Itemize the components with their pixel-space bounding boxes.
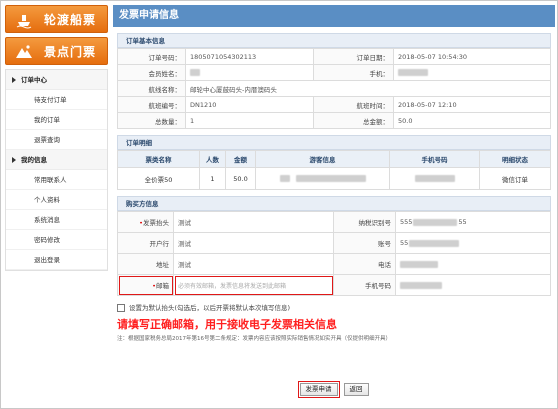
- voyage-time-label: 航班时间：: [313, 96, 394, 113]
- section-title: 订单明细: [117, 135, 551, 150]
- sidebar: 轮渡船票 景点门票 订单中心 待支付订单 我的订单 退票查询 我的信息 常用联系…: [5, 5, 108, 405]
- page-title: 发票申请信息: [113, 5, 555, 27]
- scenic-ticket-label: 景点门票: [44, 45, 97, 59]
- main-content: 发票申请信息 订单基本信息 订单号码： 1805071054302113 订单日…: [113, 5, 555, 406]
- member-name-value: [185, 64, 314, 81]
- sidebar-item-profile[interactable]: 个人资料: [6, 190, 107, 210]
- buyer-mobile-input[interactable]: [395, 274, 551, 296]
- sidebar-item-my-orders[interactable]: 我的订单: [6, 110, 107, 130]
- route-label: 航线名称：: [117, 80, 186, 97]
- people-count: 1: [199, 167, 226, 190]
- buyer-mobile-label: 手机号码: [333, 274, 396, 296]
- account-input[interactable]: 55: [395, 232, 551, 254]
- phone-label: 电话: [333, 253, 396, 275]
- invoice-head-input[interactable]: 测试: [173, 211, 334, 233]
- mobile-value: [393, 64, 551, 81]
- scenic-ticket-button[interactable]: 景点门票: [5, 37, 108, 65]
- member-name-label: 会员姓名：: [117, 64, 186, 81]
- tax-no-suffix: 55: [458, 218, 467, 226]
- voyage-label: 航班编号：: [117, 96, 186, 113]
- route-value: 邮轮中心厦鼓码头-内厝澳码头: [185, 80, 551, 97]
- sidebar-nav: 订单中心 待支付订单 我的订单 退票查询 我的信息 常用联系人 个人资料 系统消…: [5, 69, 108, 271]
- order-detail-section: 订单明细 票类名称 人数 金额 游客信息 手机号码 明细状态 全价票50 1 5…: [117, 135, 551, 190]
- visitor-mobile: [389, 167, 480, 190]
- back-button[interactable]: 返回: [343, 383, 369, 396]
- bank-label: 开户行: [117, 232, 174, 254]
- voyage-value: DN1210: [185, 96, 314, 113]
- total-value: 50.0: [393, 112, 551, 129]
- col-header: 游客信息: [255, 150, 390, 168]
- account-prefix: 55: [400, 239, 409, 247]
- mobile-label: 手机：: [313, 64, 394, 81]
- sidebar-section-label: 我的信息: [21, 156, 47, 164]
- label-text: 发票抬头: [143, 219, 169, 227]
- col-header: 金额: [225, 150, 256, 168]
- page-frame: 轮渡船票 景点门票 订单中心 待支付订单 我的订单 退票查询 我的信息 常用联系…: [0, 0, 558, 409]
- count-value: 1: [185, 112, 314, 129]
- invoice-head-label: •发票抬头: [117, 211, 174, 233]
- tax-note: 注：根据国家税务总局2017年第16号第二条规定：发票内容应该按照实际销售情况如…: [117, 336, 391, 342]
- sidebar-section-orders[interactable]: 订单中心: [6, 70, 107, 90]
- default-head-label: 设置为默认抬头(勾选后，以后开票将默认本次填写信息): [129, 304, 291, 312]
- sidebar-section-label: 订单中心: [21, 76, 47, 84]
- ticket-type: 全价票50: [117, 167, 200, 190]
- amount: 50.0: [225, 167, 256, 190]
- col-header: 手机号码: [389, 150, 480, 168]
- tax-no-input[interactable]: 555 55: [395, 211, 551, 233]
- address-input[interactable]: 测试: [173, 253, 334, 275]
- sidebar-item-contacts[interactable]: 常用联系人: [6, 170, 107, 190]
- sidebar-item-messages[interactable]: 系统消息: [6, 210, 107, 230]
- count-label: 总数量：: [117, 112, 186, 129]
- ship-icon: [15, 11, 33, 29]
- apply-button-highlight: 发票申请: [297, 381, 340, 398]
- sidebar-item-logout[interactable]: 退出登录: [6, 250, 107, 270]
- order-detail-table: 票类名称 人数 金额 游客信息 手机号码 明细状态 全价票50 1 50.0 微…: [117, 150, 551, 190]
- sidebar-section-info[interactable]: 我的信息: [6, 150, 107, 170]
- email-annotation: 请填写正确邮箱，用于接收电子发票相关信息: [117, 318, 337, 331]
- button-bar: 发票申请 返回: [113, 381, 555, 398]
- sidebar-item-refund[interactable]: 退票查询: [6, 130, 107, 150]
- default-head-checkbox[interactable]: [117, 304, 125, 312]
- phone-input[interactable]: [395, 253, 551, 275]
- order-date-label: 订单日期：: [313, 48, 394, 65]
- buyer-section: 购买方信息 •发票抬头 测试 纳税识别号 555 55 开户行 测试 账号 55 …: [117, 196, 551, 296]
- table-row: 全价票50 1 50.0 微信订单: [117, 167, 551, 190]
- order-date-value: 2018-05-07 10:54:30: [393, 48, 551, 65]
- col-header: 明细状态: [479, 150, 551, 168]
- section-title: 购买方信息: [117, 196, 551, 211]
- sidebar-item-pending[interactable]: 待支付订单: [6, 90, 107, 110]
- default-head-row: 设置为默认抬头(勾选后，以后开票将默认本次填写信息): [117, 302, 551, 314]
- order-basic-table: 订单号码： 1805071054302113 订单日期： 2018-05-07 …: [117, 48, 551, 129]
- order-no-value: 1805071054302113: [185, 48, 314, 65]
- tax-no-label: 纳税识别号: [333, 211, 396, 233]
- apply-invoice-button[interactable]: 发票申请: [299, 383, 338, 396]
- email-placeholder: 必须有效邮箱，发票信息将发送到此邮箱: [178, 282, 287, 290]
- col-header: 人数: [199, 150, 226, 168]
- order-no-label: 订单号码：: [117, 48, 186, 65]
- detail-status: 微信订单: [479, 167, 551, 190]
- email-label: •邮箱: [117, 274, 174, 296]
- email-input[interactable]: 必须有效邮箱，发票信息将发送到此邮箱: [173, 274, 334, 296]
- caret-right-icon: [12, 157, 16, 163]
- label-text: 邮箱: [156, 282, 169, 290]
- account-label: 账号: [333, 232, 396, 254]
- voyage-time-value: 2018-05-07 12:10: [393, 96, 551, 113]
- ferry-ticket-label: 轮渡船票: [44, 13, 97, 27]
- tax-no-prefix: 555: [400, 218, 413, 226]
- col-header: 票类名称: [117, 150, 200, 168]
- caret-right-icon: [12, 77, 16, 83]
- bank-input[interactable]: 测试: [173, 232, 334, 254]
- sidebar-item-password[interactable]: 密码修改: [6, 230, 107, 250]
- order-basic-section: 订单基本信息 订单号码： 1805071054302113 订单日期： 2018…: [117, 33, 551, 129]
- ferry-ticket-button[interactable]: 轮渡船票: [5, 5, 108, 33]
- total-label: 总金额：: [313, 112, 394, 129]
- section-title: 订单基本信息: [117, 33, 551, 48]
- buyer-table: •发票抬头 测试 纳税识别号 555 55 开户行 测试 账号 55 地址 测试 …: [117, 211, 551, 296]
- address-label: 地址: [117, 253, 174, 275]
- visitor-info: [255, 167, 390, 190]
- mountain-icon: [15, 43, 33, 61]
